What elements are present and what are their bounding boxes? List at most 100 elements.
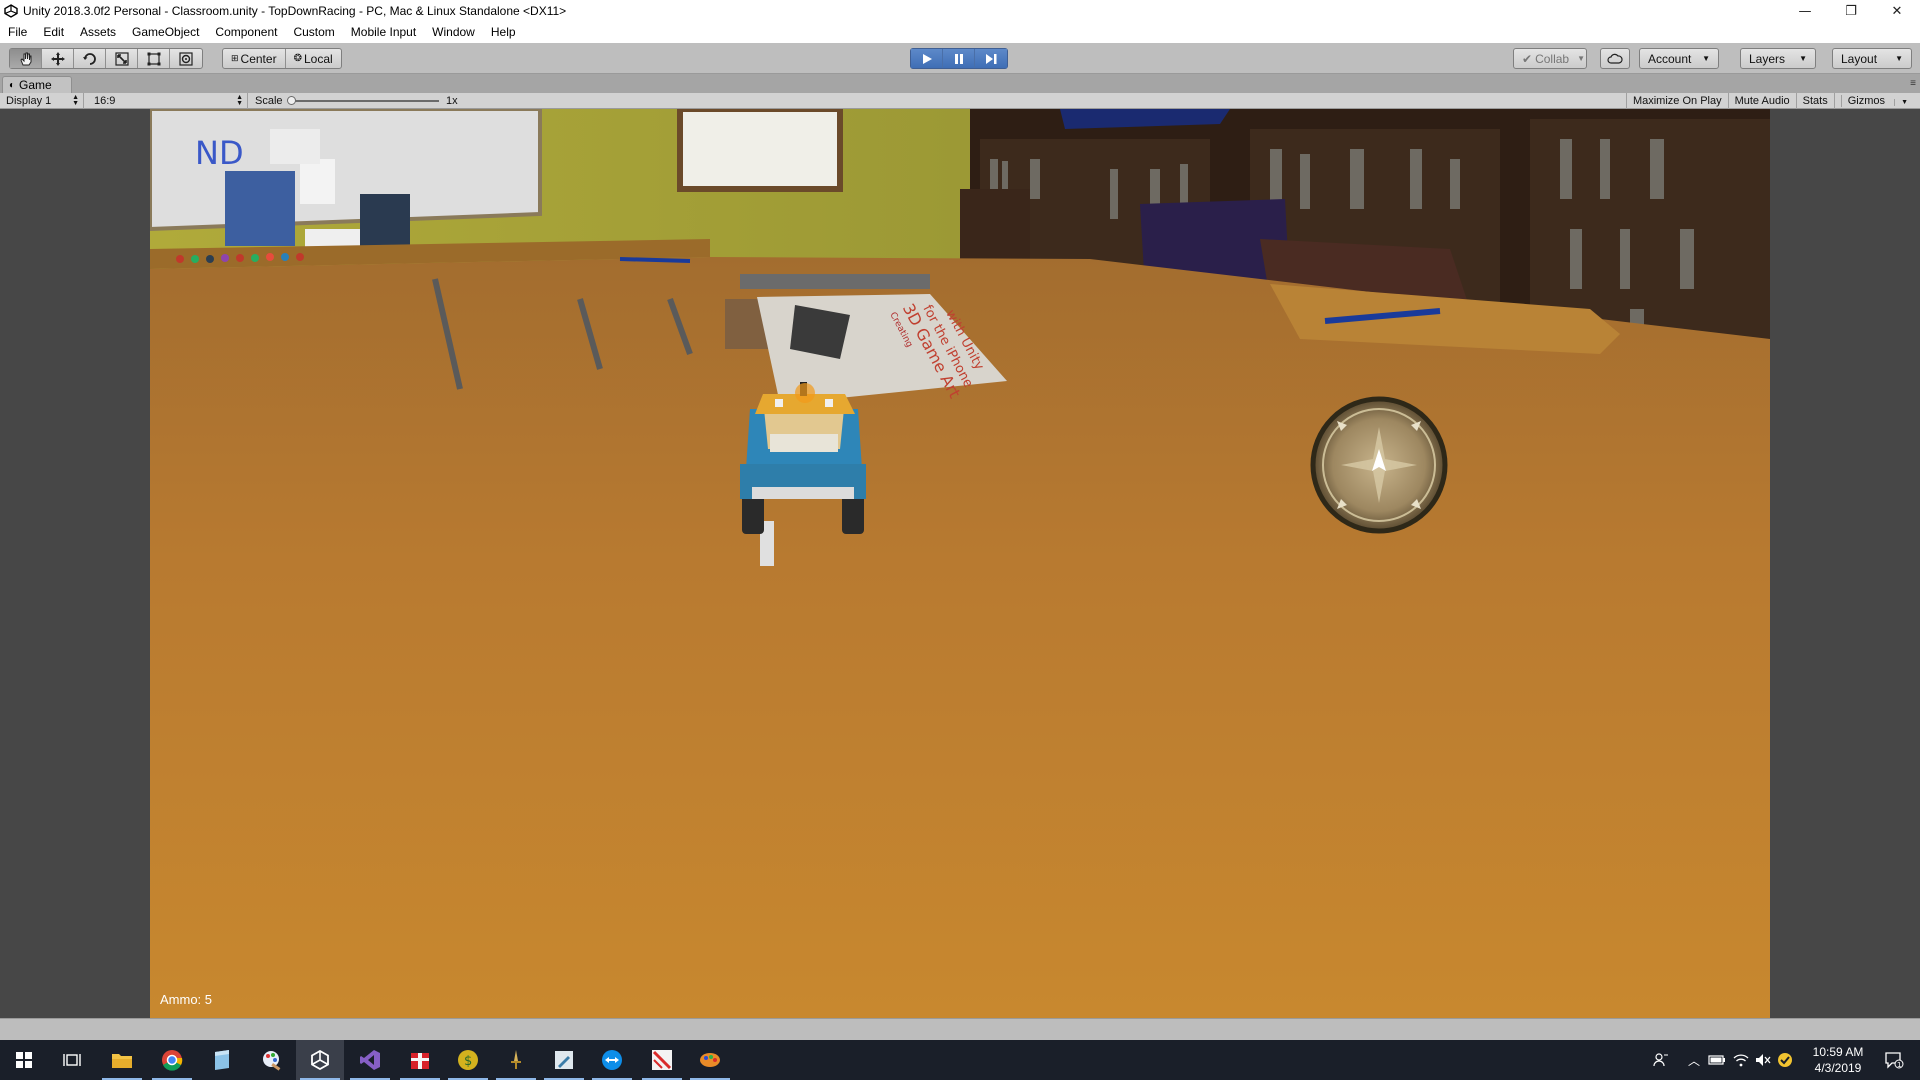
menu-bar: File Edit Assets GameObject Component Cu… xyxy=(0,22,1920,43)
stats-toggle[interactable]: Stats xyxy=(1795,93,1834,109)
battery-icon[interactable] xyxy=(1706,1040,1728,1080)
unity-icon xyxy=(311,1050,329,1070)
layers-dropdown[interactable]: Layers ▼ xyxy=(1740,48,1816,69)
start-button[interactable] xyxy=(0,1040,48,1080)
teamviewer-app[interactable] xyxy=(588,1040,636,1080)
move-icon xyxy=(50,51,65,66)
pivot-local-label: Local xyxy=(303,51,333,66)
wifi-icon[interactable] xyxy=(1730,1040,1752,1080)
hand-icon xyxy=(19,52,31,65)
gift-app[interactable] xyxy=(396,1040,444,1080)
pivot-local-button[interactable]: ❂ Local xyxy=(286,49,341,68)
system-clock[interactable]: 10:59 AM 4/3/2019 xyxy=(1798,1044,1878,1076)
minimize-icon[interactable]: — xyxy=(1782,0,1828,22)
panel-menu-icon[interactable]: ≡ xyxy=(1910,78,1916,89)
task-view-button[interactable] xyxy=(48,1040,96,1080)
visual-studio-app[interactable] xyxy=(346,1040,394,1080)
playback-controls xyxy=(910,48,1008,69)
hand-tool-button[interactable] xyxy=(10,49,42,68)
paint-app[interactable] xyxy=(248,1040,296,1080)
chevron-down-icon: ▼ xyxy=(1895,54,1903,63)
menu-custom[interactable]: Custom xyxy=(285,22,342,43)
paint-icon xyxy=(263,1051,281,1071)
step-button[interactable] xyxy=(975,49,1007,68)
pivot-center-label: Center xyxy=(240,51,277,66)
layout-label: Layout xyxy=(1841,51,1878,66)
tab-game[interactable]: ◐ Game xyxy=(2,76,72,93)
editor-app[interactable] xyxy=(540,1040,588,1080)
menu-edit[interactable]: Edit xyxy=(35,22,72,43)
play-icon xyxy=(922,53,932,64)
task-view-icon xyxy=(63,1054,81,1066)
action-center-button[interactable]: 1 xyxy=(1876,1040,1912,1080)
play-button[interactable] xyxy=(911,49,943,68)
unity-logo-icon xyxy=(4,4,18,18)
file-explorer-app[interactable] xyxy=(98,1040,146,1080)
menu-gameobject[interactable]: GameObject xyxy=(124,22,207,43)
game-viewport[interactable]: ND Creating 3D Game Art for the iPhone w… xyxy=(150,109,1770,1018)
rotate-tool-button[interactable] xyxy=(74,49,106,68)
scale-slider-track[interactable] xyxy=(289,100,439,102)
display-label: Display 1 xyxy=(6,95,52,107)
cloud-icon xyxy=(1607,53,1623,64)
close-icon[interactable]: ✕ xyxy=(1874,0,1920,22)
display-dropdown[interactable]: Display 1 ▲ ▼ xyxy=(0,93,84,109)
scale-slider-thumb[interactable] xyxy=(287,96,296,105)
menu-mobile-input[interactable]: Mobile Input xyxy=(343,22,424,43)
pause-button[interactable] xyxy=(943,49,975,68)
pencil-box-icon xyxy=(555,1051,573,1069)
chevron-up-icon[interactable]: ︿ xyxy=(1684,1040,1704,1080)
menu-assets[interactable]: Assets xyxy=(72,22,124,43)
rotate-icon xyxy=(82,52,96,65)
move-tool-button[interactable] xyxy=(42,49,74,68)
book-stack-top xyxy=(740,274,930,289)
menu-help[interactable]: Help xyxy=(483,22,524,43)
people-icon[interactable] xyxy=(1648,1040,1674,1080)
gizmos-dropdown[interactable]: Gizmos ▼ xyxy=(1833,93,1920,109)
layout-dropdown[interactable]: Layout ▼ xyxy=(1832,48,1912,69)
collab-dropdown[interactable]: ✔ Collab ▼ xyxy=(1513,48,1587,69)
cloud-button[interactable] xyxy=(1600,48,1630,69)
pivot-center-button[interactable]: ⊞ Center xyxy=(223,49,286,68)
aspect-label: 16:9 xyxy=(94,95,116,107)
transform-tool-button[interactable] xyxy=(170,49,202,68)
scale-tool-button[interactable] xyxy=(106,49,138,68)
pause-icon xyxy=(954,53,963,64)
chevron-down-icon: ▼ xyxy=(1799,54,1807,63)
ammo-counter: Ammo: 5 xyxy=(160,992,213,1007)
pivot-toggles: ⊞ Center ❂ Local xyxy=(222,48,342,69)
restore-icon[interactable]: ❐ xyxy=(1828,0,1874,22)
notes-app[interactable] xyxy=(198,1040,246,1080)
chevron-down-icon: ▼ xyxy=(1577,54,1586,63)
chevron-down-icon: ▼ xyxy=(1894,99,1914,106)
mute-audio-toggle[interactable]: Mute Audio xyxy=(1727,93,1796,109)
volume-muted-icon[interactable] xyxy=(1752,1040,1774,1080)
layers-label: Layers xyxy=(1749,51,1786,66)
rect-tool-button[interactable] xyxy=(138,49,170,68)
windows-taskbar: $ ︿ 10:59 AM 4/3/2019 1 xyxy=(0,1040,1920,1080)
chrome-app[interactable] xyxy=(148,1040,196,1080)
notification-count: 1 xyxy=(1897,1061,1901,1069)
menu-file[interactable]: File xyxy=(0,22,35,43)
clock-time: 10:59 AM xyxy=(1812,1045,1864,1059)
maximize-on-play-toggle[interactable]: Maximize On Play xyxy=(1625,93,1728,109)
game-app[interactable] xyxy=(492,1040,540,1080)
aspect-dropdown[interactable]: 16:9 ▲ ▼ xyxy=(88,93,248,109)
board-text: ND xyxy=(195,134,244,172)
chair-back xyxy=(960,189,1030,259)
norton-icon[interactable] xyxy=(1774,1040,1796,1080)
menu-window[interactable]: Window xyxy=(424,22,483,43)
blue-pen-2 xyxy=(619,257,691,263)
coin-app[interactable]: $ xyxy=(444,1040,492,1080)
menu-component[interactable]: Component xyxy=(207,22,285,43)
tab-game-label: Game xyxy=(19,78,52,92)
design-app[interactable] xyxy=(638,1040,686,1080)
account-dropdown[interactable]: Account ▼ xyxy=(1639,48,1719,69)
status-bar xyxy=(0,1018,1920,1040)
palette-app[interactable] xyxy=(686,1040,734,1080)
clock-date: 4/3/2019 xyxy=(1814,1061,1862,1075)
poster-1 xyxy=(225,171,295,246)
unity-app[interactable] xyxy=(296,1040,344,1080)
notice-top xyxy=(270,129,320,164)
scale-value: 1x xyxy=(446,95,458,107)
